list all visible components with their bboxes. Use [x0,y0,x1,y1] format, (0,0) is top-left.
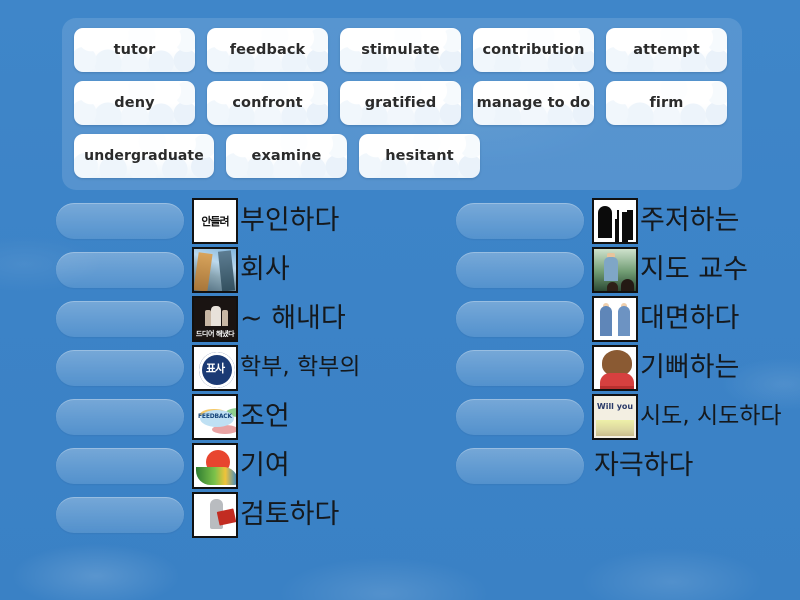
word-tile-manage-to-do[interactable]: manage to do [473,79,594,127]
right-answer-column: 주저하는지도 교수대면하다기뻐하는시도, 시도하다자극하다 [404,196,796,490]
match-row: 지도 교수 [404,245,796,294]
drop-zone[interactable] [456,300,584,337]
word-tile-label: hesitant [385,148,454,164]
word-tile-label: contribution [482,42,585,58]
drop-zone[interactable] [56,202,184,239]
word-bank-row: tutor feedback stimulate contribution attemp… [68,26,736,78]
word-tile-label: examine [251,148,322,164]
answer-cell: 주저하는 [592,197,740,244]
drop-zone[interactable] [56,496,184,533]
drop-zone[interactable] [56,251,184,288]
word-tile-confront[interactable]: confront [207,79,328,127]
answer-cell: 시도, 시도하다 [592,393,782,440]
match-row: 회사 [4,245,396,294]
word-tile-stimulate[interactable]: stimulate [340,26,461,74]
match-row: 주저하는 [404,196,796,245]
match-row: 부인하다 [4,196,396,245]
examine-person-thumbnail [192,491,238,538]
word-tile-contribution[interactable]: contribution [473,26,594,74]
word-bank-row: undergraduate examine hesitant [68,132,736,184]
left-answer-column: 부인하다회사 ~ 해내다학부, 학부의조언기여검토하다 [4,196,396,539]
answer-cell: 지도 교수 [592,246,748,293]
answer-label: 기여 [240,450,290,481]
contribution-heart-thumbnail [192,442,238,489]
word-tile-examine[interactable]: examine [226,132,347,180]
match-row: 시도, 시도하다 [404,392,796,441]
answer-label: 부인하다 [240,205,340,236]
answer-label: 학부, 학부의 [240,354,361,380]
drop-zone[interactable] [56,447,184,484]
word-tile-attempt[interactable]: attempt [606,26,727,74]
answer-label: 시도, 시도하다 [640,403,782,429]
match-row: 기뻐하는 [404,343,796,392]
word-tile-gratified[interactable]: gratified [340,79,461,127]
hesitant-signpost-thumbnail [592,197,638,244]
answer-label: 검토하다 [240,499,340,530]
match-row: ~ 해내다 [4,294,396,343]
word-tile-label: stimulate [361,42,440,58]
drop-zone[interactable] [456,447,584,484]
drop-zone[interactable] [456,251,584,288]
word-tile-label: attempt [633,42,700,58]
answer-label: 지도 교수 [640,254,748,285]
word-tile-label: undergraduate [84,148,204,164]
match-row: 조언 [4,392,396,441]
answer-cell: 자극하다 [592,452,693,479]
answer-cell: 학부, 학부의 [192,344,361,391]
match-row: 자극하다 [404,441,796,490]
answer-cell: 검토하다 [192,491,340,538]
answer-label: ~ 해내다 [240,303,346,334]
word-tile-undergraduate[interactable]: undergraduate [74,132,214,180]
answer-label: 대면하다 [640,303,740,334]
word-tile-label: deny [114,95,155,111]
word-tile-label: firm [649,95,684,111]
answer-label: 주저하는 [640,205,740,236]
word-tile-deny[interactable]: deny [74,79,195,127]
drop-zone[interactable] [456,398,584,435]
answer-label: 회사 [240,254,290,285]
word-tile-label: tutor [113,42,156,58]
drop-zone[interactable] [56,349,184,386]
skyscrapers-photo-thumbnail [192,246,238,293]
word-tile-firm[interactable]: firm [606,79,727,127]
word-bank-row: deny confront gratified manage to do firm [68,79,736,131]
word-tile-label: gratified [364,95,437,111]
university-emblem-thumbnail [192,344,238,391]
answer-cell: 기여 [192,442,290,489]
word-bank-panel: tutor feedback stimulate contribution attemp… [62,18,742,190]
deny-cartoon-thumbnail [192,197,238,244]
word-tile-tutor[interactable]: tutor [74,26,195,74]
answer-label: 조언 [240,401,290,432]
drop-zone[interactable] [56,300,184,337]
answer-label: 기뻐하는 [640,352,740,383]
word-tile-feedback[interactable]: feedback [207,26,328,74]
drop-zone[interactable] [456,202,584,239]
celebration-photo-thumbnail [192,295,238,342]
feedback-diagram-thumbnail [192,393,238,440]
answer-cell: 조언 [192,393,290,440]
word-tile-label: manage to do [476,95,591,111]
match-row: 검토하다 [4,490,396,539]
match-row: 학부, 학부의 [4,343,396,392]
answer-cell: 회사 [192,246,290,293]
answer-cell: 부인하다 [192,197,340,244]
answer-label: 자극하다 [594,450,694,481]
answer-cell: ~ 해내다 [192,295,346,342]
drop-zone[interactable] [456,349,584,386]
attempt-will-you-try-thumbnail [592,393,638,440]
answer-cell: 기뻐하는 [592,344,740,391]
match-row: 대면하다 [404,294,796,343]
word-tile-label: confront [232,95,303,111]
answer-cell: 대면하다 [592,295,740,342]
drop-zone[interactable] [56,398,184,435]
tutor-classroom-photo-thumbnail [592,246,638,293]
confront-two-people-thumbnail [592,295,638,342]
gratified-happy-girl-thumbnail [592,344,638,391]
word-tile-label: feedback [229,42,306,58]
word-tile-hesitant[interactable]: hesitant [359,132,480,180]
match-row: 기여 [4,441,396,490]
